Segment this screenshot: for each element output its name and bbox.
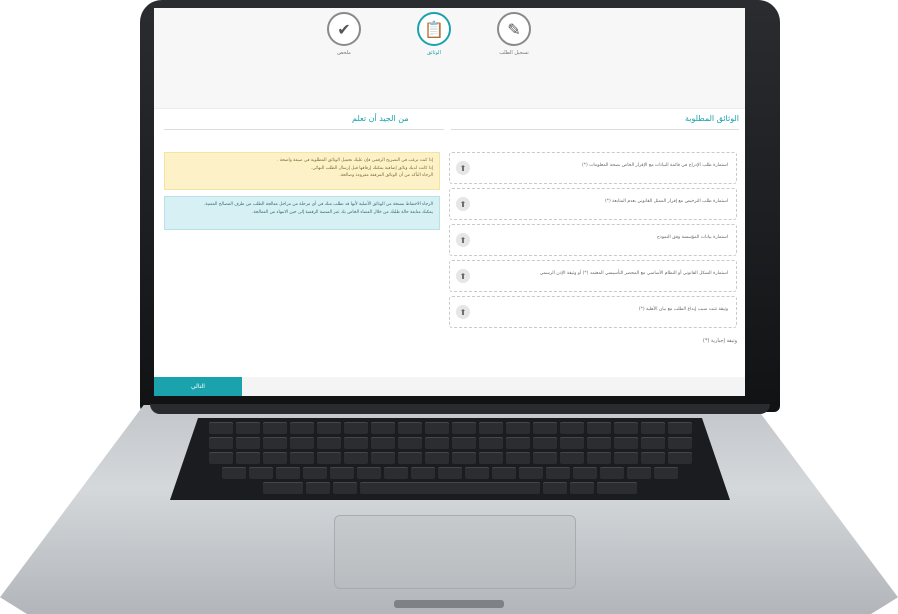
- step-registration[interactable]: ✎ تسجيل الطلب: [474, 8, 554, 56]
- notice-line: الرجاء الاحتفاظ بنسخة من الوثائق الأصلية…: [204, 202, 433, 207]
- check-icon: ✔: [327, 12, 361, 46]
- lid-notch: [394, 600, 504, 608]
- step-label: الوثائق: [427, 50, 441, 56]
- document-label: استمارة طلب الترخيص مع إقرار الممثل القا…: [604, 199, 728, 204]
- notices-divider: [164, 129, 444, 130]
- document-label: استمارة الشكل القانوني أو النظام الأساسي…: [539, 271, 728, 276]
- notice-line: يمكنك متابعة حالة طلبك من خلال الفضاء ال…: [252, 209, 433, 215]
- notices-title: من الجيد أن تعلم: [352, 114, 409, 123]
- notice-line: إذا كانت لديك وثائق إضافية يمكنك إرفاقها…: [310, 165, 433, 171]
- document-label: استمارة طلب الإدراج في قائمة البيانات مع…: [582, 163, 728, 168]
- step-label: تسجيل الطلب: [499, 50, 529, 56]
- footer-bar: [154, 377, 745, 396]
- document-label: وثيقة تثبت سبب إيداع الطلب مع بيان الأهل…: [638, 307, 728, 312]
- document-item: استمارة طلب الترخيص مع إقرار الممثل القا…: [449, 188, 737, 220]
- pencil-icon: ✎: [497, 12, 531, 46]
- document-item: استمارة طلب الإدراج في قائمة البيانات مع…: [449, 152, 737, 184]
- upload-icon[interactable]: ⬆: [456, 269, 470, 283]
- info-notice-yellow: إذا كنت ترغب في التصريح الرقمي فإن عليك …: [164, 152, 440, 190]
- laptop-device: ✔ ملخص 📋 الوثائق ✎ تسجيل الطلب الوثائق ا…: [0, 0, 898, 614]
- mandatory-note: وثيقة إجبارية (*): [702, 338, 737, 344]
- upload-icon[interactable]: ⬆: [456, 305, 470, 319]
- document-label: استمارة بيانات المؤسسة وفق النموذج: [656, 235, 728, 240]
- document-item: استمارة الشكل القانوني أو النظام الأساسي…: [449, 260, 737, 292]
- stepper: ✔ ملخص 📋 الوثائق ✎ تسجيل الطلب: [154, 8, 745, 109]
- trackpad: [334, 515, 576, 589]
- step-documents[interactable]: 📋 الوثائق: [394, 8, 474, 56]
- upload-icon[interactable]: ⬆: [456, 197, 470, 211]
- next-button[interactable]: التالي: [154, 377, 242, 396]
- documents-divider: [451, 129, 739, 130]
- step-summary[interactable]: ✔ ملخص: [304, 8, 384, 56]
- upload-icon[interactable]: ⬆: [456, 233, 470, 247]
- keyboard: [170, 418, 730, 500]
- document-item: وثيقة تثبت سبب إيداع الطلب مع بيان الأهل…: [449, 296, 737, 328]
- step-label: ملخص: [337, 50, 351, 56]
- documents-title: الوثائق المطلوبة: [684, 114, 739, 123]
- laptop-hinge: [150, 404, 770, 414]
- document-item: استمارة بيانات المؤسسة وفق النموذج ⬆: [449, 224, 737, 256]
- info-notice-blue: الرجاء الاحتفاظ بنسخة من الوثائق الأصلية…: [164, 196, 440, 230]
- upload-icon[interactable]: ⬆: [456, 161, 470, 175]
- clipboard-icon: 📋: [417, 12, 451, 46]
- notice-line: إذا كنت ترغب في التصريح الرقمي فإن عليك …: [277, 158, 433, 163]
- notice-line: الرجاء التأكد من أن الوثائق المرفقة مقرو…: [339, 173, 433, 179]
- app-screen: ✔ ملخص 📋 الوثائق ✎ تسجيل الطلب الوثائق ا…: [154, 8, 745, 396]
